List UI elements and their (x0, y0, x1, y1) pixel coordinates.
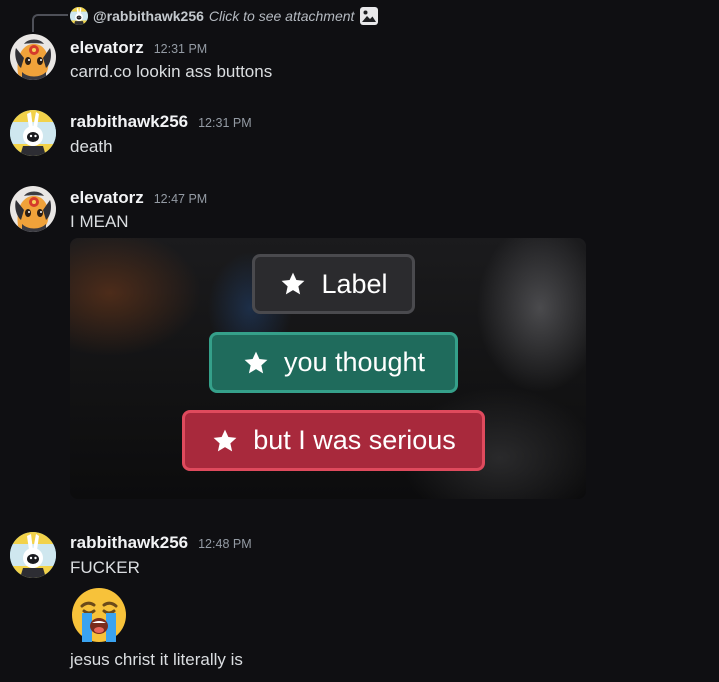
message-text: jesus christ it literally is (70, 650, 243, 669)
message-text: death (70, 137, 113, 156)
attachment-button-text: but I was serious (253, 425, 456, 455)
avatar[interactable] (10, 532, 56, 578)
reply-hint[interactable]: Click to see attachment (209, 8, 355, 24)
message-text: carrd.co lookin ass buttons (70, 62, 273, 81)
star-icon (242, 349, 270, 377)
timestamp[interactable]: 12:31 PM (154, 42, 208, 56)
message-text: I MEAN (70, 212, 129, 231)
loudly-crying-face-emoji[interactable] (70, 586, 128, 644)
timestamp[interactable]: 12:31 PM (198, 116, 252, 130)
attachment-button-text: Label (321, 268, 388, 299)
username[interactable]: rabbithawk256 (70, 533, 188, 553)
username[interactable]: elevatorz (70, 38, 144, 58)
attachment-button-you-thought: you thought (209, 332, 458, 393)
attachment-button-label: Label (252, 254, 415, 314)
image-attachment[interactable]: Label you thought but I was serious (70, 238, 586, 499)
chat-log: @rabbithawk256 Click to see attachment e… (0, 0, 719, 682)
reply-avatar (70, 7, 88, 25)
message-text: FUCKER (70, 558, 140, 577)
reply-spine (32, 14, 68, 32)
username[interactable]: elevatorz (70, 188, 144, 208)
star-icon (211, 427, 239, 455)
timestamp[interactable]: 12:48 PM (198, 537, 252, 551)
avatar[interactable] (10, 186, 56, 232)
star-icon (279, 270, 307, 298)
image-icon (359, 6, 379, 26)
reply-reference[interactable]: @rabbithawk256 Click to see attachment (70, 6, 379, 26)
attachment-button-but-i-was-serious: but I was serious (182, 410, 485, 471)
avatar[interactable] (10, 34, 56, 80)
username[interactable]: rabbithawk256 (70, 112, 188, 132)
attachment-button-text: you thought (283, 347, 426, 377)
avatar[interactable] (10, 110, 56, 156)
reply-username[interactable]: @rabbithawk256 (93, 8, 204, 24)
timestamp[interactable]: 12:47 PM (154, 192, 208, 206)
